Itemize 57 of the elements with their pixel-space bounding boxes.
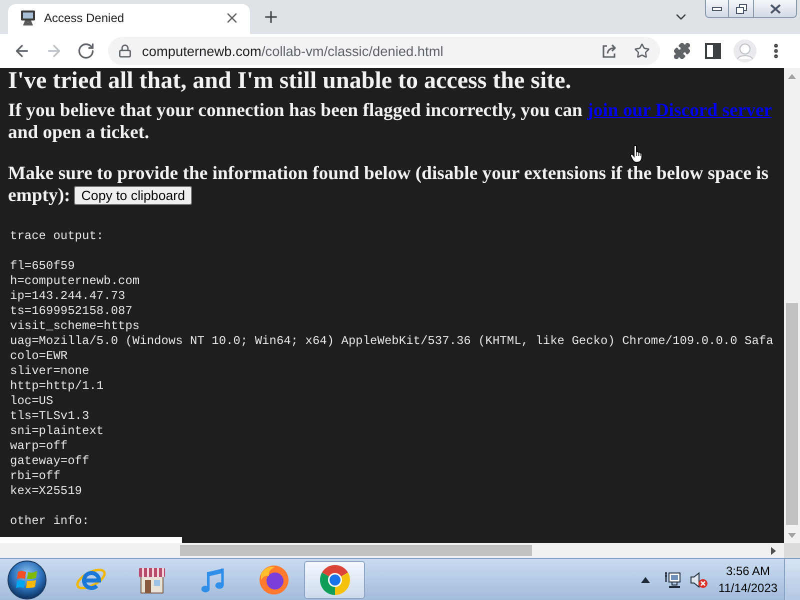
minimize-button[interactable] <box>705 0 729 18</box>
trace-line: visit_scheme=https <box>10 319 141 334</box>
trace-line: sni=plaintext <box>10 424 105 439</box>
restore-icon <box>736 4 746 14</box>
scrollbar-thumb[interactable] <box>180 545 532 556</box>
share-icon[interactable] <box>601 43 617 59</box>
trace-line: ts=1699952158.087 <box>10 304 134 319</box>
trace-line: colo=EWR <box>10 349 69 364</box>
tab-title: Access Denied <box>44 11 126 25</box>
scroll-right-icon[interactable] <box>771 546 776 554</box>
other-info-title: other info: <box>10 514 90 529</box>
trace-line: ip=143.244.47.73 <box>10 289 126 304</box>
page-heading: I've tried all that, and I'm still unable to access the site. <box>7 68 572 94</box>
new-tab-icon[interactable] <box>262 8 280 26</box>
copy-button[interactable]: Copy to clipboard <box>74 186 192 206</box>
close-icon <box>770 4 780 14</box>
trace-line: fl=650f59 <box>10 259 76 274</box>
ring-logo-icon[interactable] <box>318 564 350 596</box>
extensions-icon[interactable] <box>673 42 691 60</box>
back-icon[interactable] <box>13 42 31 60</box>
restore-button[interactable] <box>729 0 754 18</box>
start-orb-icon[interactable] <box>7 560 47 600</box>
clock-date: 11/14/2023 <box>718 580 778 596</box>
address-bar[interactable]: computernewb.com/collab-vm/classic/denied.html <box>108 37 660 65</box>
instructions-paragraph: Make sure to provide the information found below (disable your extensions if the below space is empty): Copy to clipboard <box>7 163 770 207</box>
trace-line: uag=Mozilla/5.0 (Windows NT 10.0; Win64; x64) AppleWebKit/537.36 (KHTML, like Gecko) Chrome/109.0.0.0 Safa <box>10 334 774 349</box>
trace-line: rbi=off <box>10 469 62 484</box>
trace-line: http=http/1.1 <box>10 379 105 394</box>
trace-line: h=computernewb.com <box>10 274 141 289</box>
clock-time: 3:56 AM <box>726 562 770 580</box>
lock-icon[interactable] <box>118 44 132 58</box>
caret-up-icon[interactable] <box>641 576 650 582</box>
trace-line: loc=US <box>10 394 54 409</box>
horizontal-scrollbar[interactable] <box>0 543 784 558</box>
taskbar-button[interactable] <box>304 560 365 598</box>
trace-line: kex=X25519 <box>10 484 84 499</box>
trace-line: tls=TLSv1.3 <box>10 409 90 424</box>
network-icon[interactable] <box>664 570 682 588</box>
reload-icon[interactable] <box>77 42 95 60</box>
vertical-scrollbar[interactable] <box>784 68 800 543</box>
fox-globe-icon[interactable] <box>258 564 290 596</box>
trace-line: gateway=off <box>10 454 90 469</box>
scrollbar-thumb[interactable] <box>786 303 798 525</box>
trace-line: sliver=none <box>10 364 90 379</box>
url-text: computernewb.com/collab-vm/classic/denied.html <box>142 44 444 58</box>
speaker-muted-icon[interactable] <box>690 570 708 588</box>
close-button[interactable] <box>754 0 797 18</box>
hand-cursor-icon <box>630 145 644 163</box>
side-panel-icon[interactable] <box>705 43 721 59</box>
browser-tab[interactable]: Access Denied <box>8 4 250 34</box>
scrollbar-corner <box>784 543 800 558</box>
trace-title: trace output: <box>10 229 105 244</box>
contact-paragraph: If you believe that your connection has been flagged incorrectly, you can join our Discord server and open a ticket. <box>7 100 773 144</box>
computer-icon <box>20 10 36 26</box>
minimize-icon <box>712 6 722 10</box>
trace-line: warp=off <box>10 439 69 454</box>
bookmark-star-icon[interactable] <box>634 43 650 59</box>
